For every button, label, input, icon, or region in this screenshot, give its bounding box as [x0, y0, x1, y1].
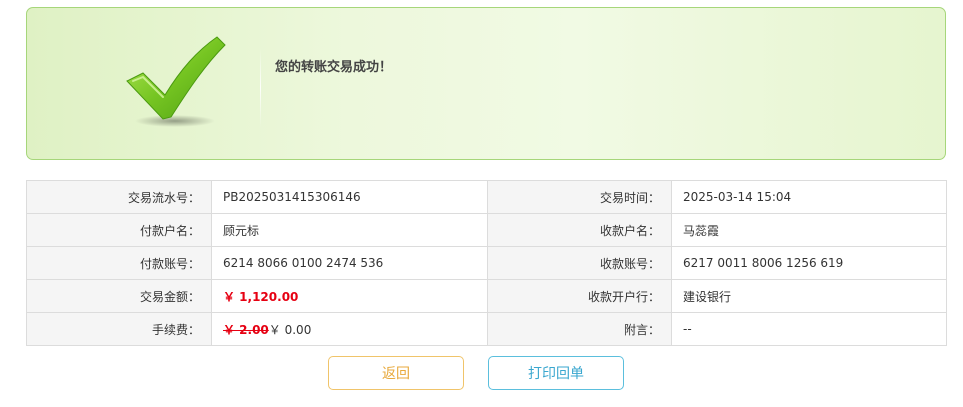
payee-name-value: 马蕊霞: [671, 213, 947, 247]
payee-bank-value: 建设银行: [671, 279, 947, 313]
serial-number-value: PB2025031415306146: [211, 180, 488, 214]
payee-account-value: 6217 0011 8006 1256 619: [671, 246, 947, 280]
payee-account-label: 收款账号：: [487, 246, 672, 280]
payer-name-label: 付款户名：: [26, 213, 212, 247]
back-button[interactable]: 返回: [328, 356, 464, 390]
payer-account-label: 付款账号：: [26, 246, 212, 280]
amount-cell: ￥ 1,120.00: [211, 279, 488, 313]
table-row: 付款账号： 6214 8066 0100 2474 536 收款账号： 6217…: [26, 246, 947, 280]
table-row: 交易流水号： PB2025031415306146 交易时间： 2025-03-…: [26, 180, 947, 214]
payer-name-value: 顾元标: [211, 213, 488, 247]
checkmark-icon: [126, 36, 226, 127]
fee-actual-value: ￥ 0.00: [268, 322, 312, 337]
remark-label: 附言：: [487, 312, 672, 346]
fee-label: 手续费：: [26, 312, 212, 346]
amount-value: ￥ 1,120.00: [223, 289, 299, 304]
amount-label: 交易金额：: [26, 279, 212, 313]
transaction-time-label: 交易时间：: [487, 180, 672, 214]
serial-number-label: 交易流水号：: [26, 180, 212, 214]
fee-cell: ￥ 2.00￥ 0.00: [211, 312, 488, 346]
table-row: 手续费： ￥ 2.00￥ 0.00 附言： --: [26, 312, 947, 346]
success-banner: 您的转账交易成功！: [26, 7, 946, 160]
success-message: 您的转账交易成功！: [275, 60, 393, 75]
payer-account-value: 6214 8066 0100 2474 536: [211, 246, 488, 280]
table-row: 交易金额： ￥ 1,120.00 收款开户行： 建设银行: [26, 279, 947, 313]
transfer-result-page: 您的转账交易成功！ 交易流水号： PB2025031415306146 交易时间…: [0, 0, 963, 407]
remark-value: --: [671, 312, 947, 346]
table-row: 付款户名： 顾元标 收款户名： 马蕊霞: [26, 213, 947, 247]
transaction-time-value: 2025-03-14 15:04: [671, 180, 947, 214]
payee-bank-label: 收款开户行：: [487, 279, 672, 313]
print-receipt-button[interactable]: 打印回单: [488, 356, 624, 390]
payee-name-label: 收款户名：: [487, 213, 672, 247]
banner-divider: [260, 48, 261, 128]
fee-original-value: ￥ 2.00: [223, 322, 269, 337]
transaction-detail-table: 交易流水号： PB2025031415306146 交易时间： 2025-03-…: [26, 180, 947, 346]
